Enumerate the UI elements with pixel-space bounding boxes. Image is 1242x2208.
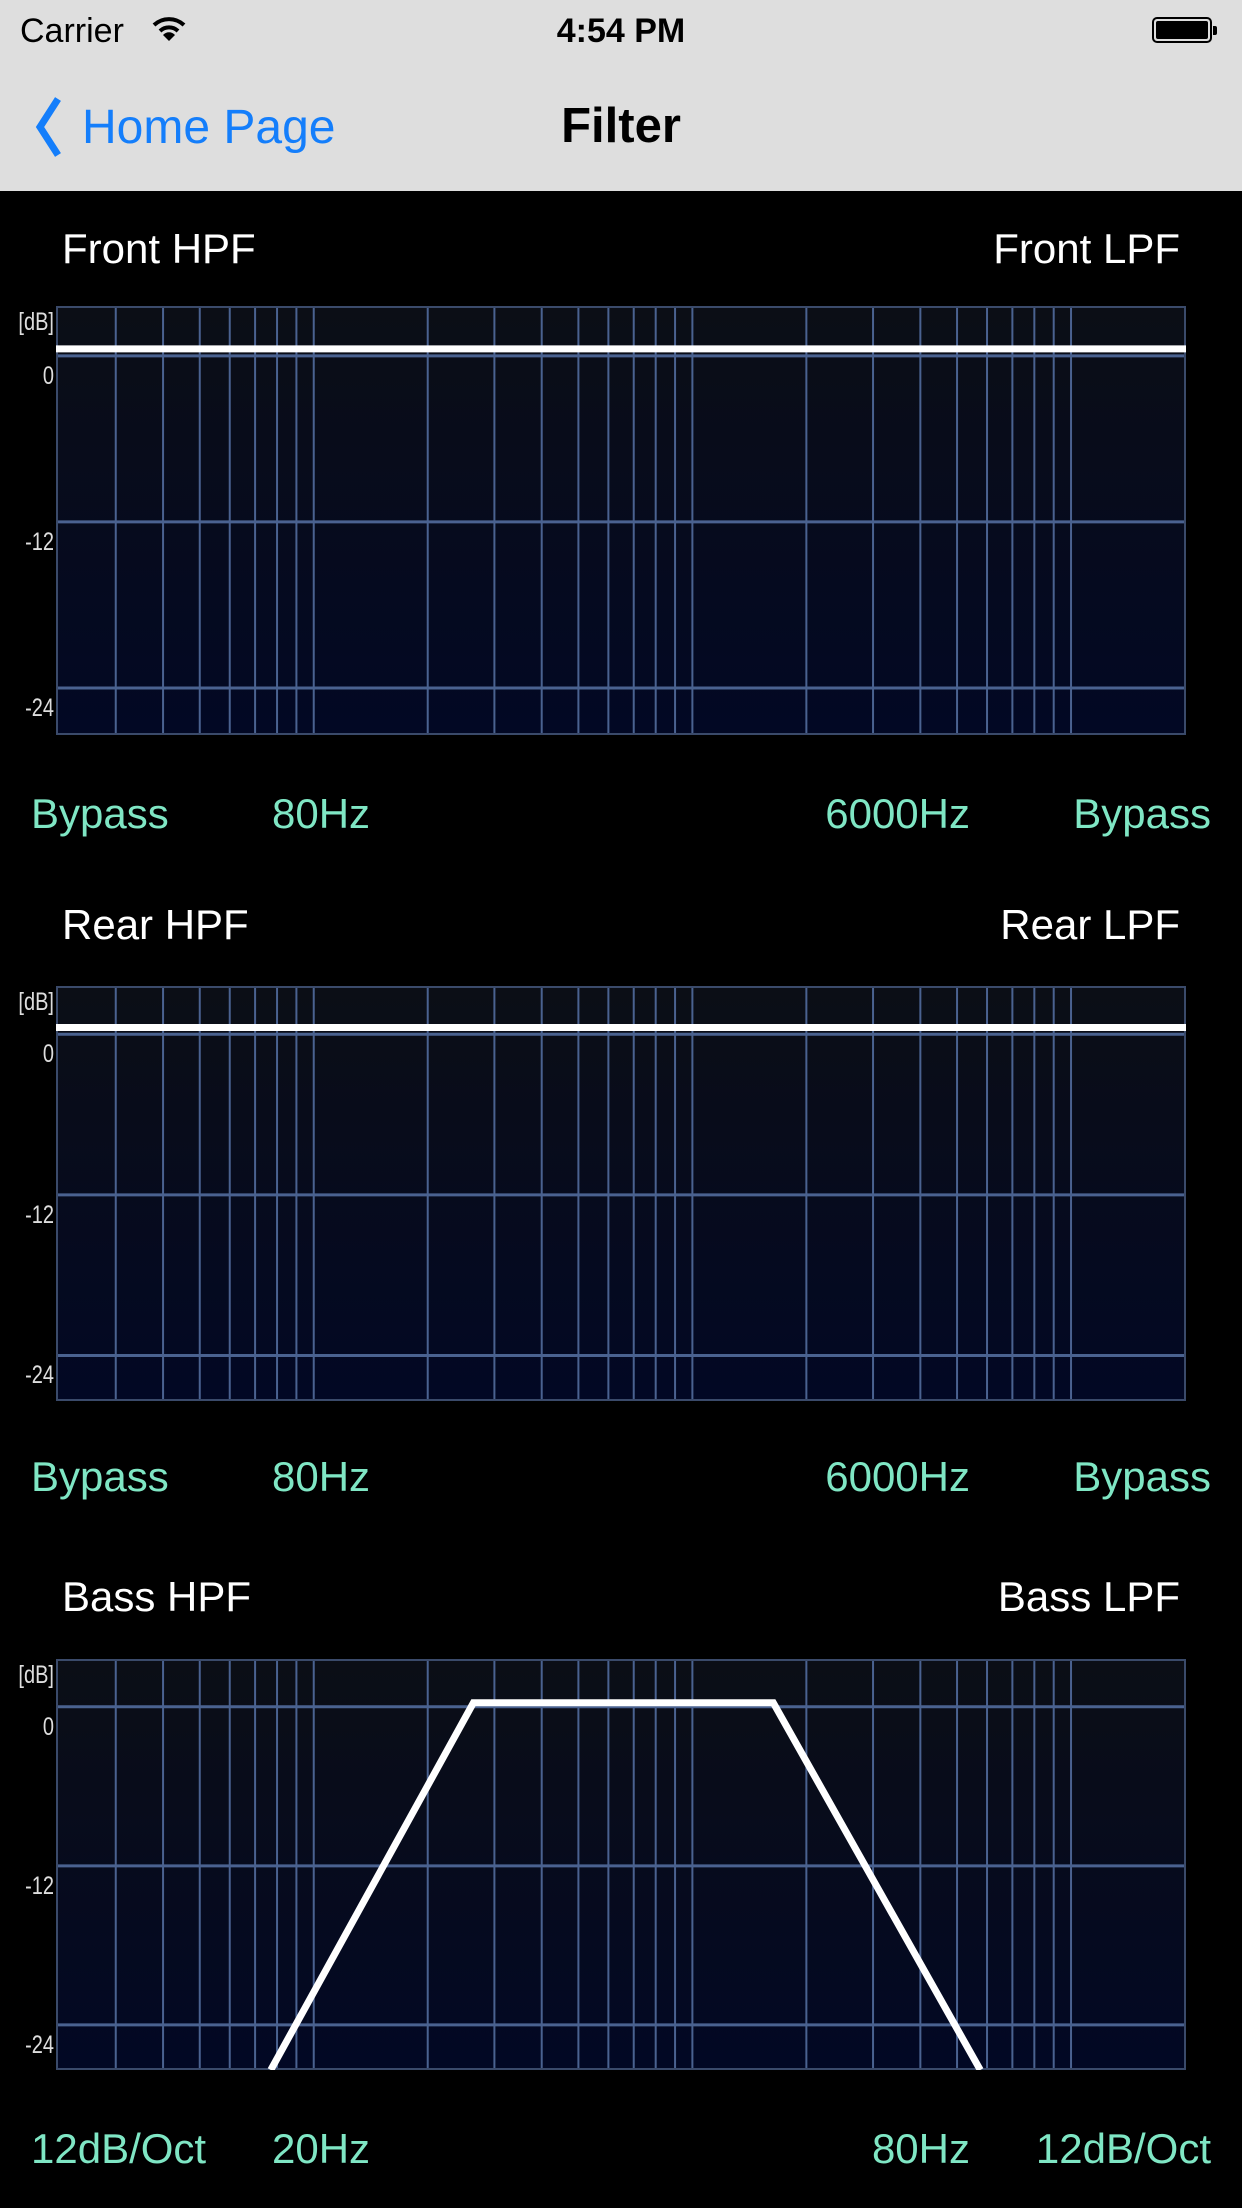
y-axis-unit: [dB] xyxy=(18,308,54,336)
y-tick-label: -24 xyxy=(25,1361,54,1390)
rear-hpf-freq[interactable]: 80Hz xyxy=(272,1452,370,1502)
front-hpf-freq[interactable]: 80Hz xyxy=(272,789,370,839)
y-tick-label: 0 xyxy=(42,1040,54,1069)
y-axis-unit: [dB] xyxy=(18,1661,54,1689)
front-lpf-title: Front LPF xyxy=(993,225,1180,272)
bass-lpf-title: Bass LPF xyxy=(997,1573,1180,1620)
rear-hpf-title: Rear HPF xyxy=(62,901,249,948)
chart-canvas xyxy=(56,1659,1186,2070)
clock: 4:54 PM xyxy=(556,12,686,50)
rear-filter-chart[interactable] xyxy=(56,986,1186,1401)
chart-canvas xyxy=(56,986,1186,1401)
rear-hpf-slope[interactable]: Bypass xyxy=(31,1452,169,1502)
front-hpf-slope[interactable]: Bypass xyxy=(31,789,169,839)
y-tick-label: -12 xyxy=(25,527,54,556)
front-lpf-slope[interactable]: Bypass xyxy=(1073,789,1211,839)
page-title: Filter xyxy=(561,99,681,153)
front-filter-chart[interactable] xyxy=(56,306,1186,735)
y-tick-label: -24 xyxy=(25,2030,54,2059)
y-tick-label: -12 xyxy=(25,1200,54,1229)
y-tick-label: 0 xyxy=(42,1712,54,1741)
y-axis-unit: [dB] xyxy=(18,988,54,1016)
front-hpf-title: Front HPF xyxy=(62,225,256,272)
bass-lpf-slope[interactable]: 12dB/Oct xyxy=(1036,2124,1211,2174)
bass-hpf-freq[interactable]: 20Hz xyxy=(272,2124,370,2174)
bass-lpf-freq[interactable]: 80Hz xyxy=(872,2124,970,2174)
y-tick-label: -24 xyxy=(25,693,54,722)
rear-lpf-slope[interactable]: Bypass xyxy=(1073,1452,1211,1502)
y-tick-label: 0 xyxy=(42,361,54,390)
top-bar: Carrier 4:54 PM Home Page Filter xyxy=(0,0,1242,191)
front-lpf-freq[interactable]: 6000Hz xyxy=(825,789,970,839)
chart-canvas xyxy=(56,306,1186,735)
bass-filter-chart[interactable] xyxy=(56,1659,1186,2070)
rear-lpf-title: Rear LPF xyxy=(1000,901,1180,948)
rear-lpf-freq[interactable]: 6000Hz xyxy=(825,1452,970,1502)
bass-hpf-title: Bass HPF xyxy=(62,1573,252,1620)
bass-hpf-slope[interactable]: 12dB/Oct xyxy=(31,2124,206,2174)
battery-icon xyxy=(1152,17,1217,43)
y-tick-label: -12 xyxy=(25,1871,54,1900)
